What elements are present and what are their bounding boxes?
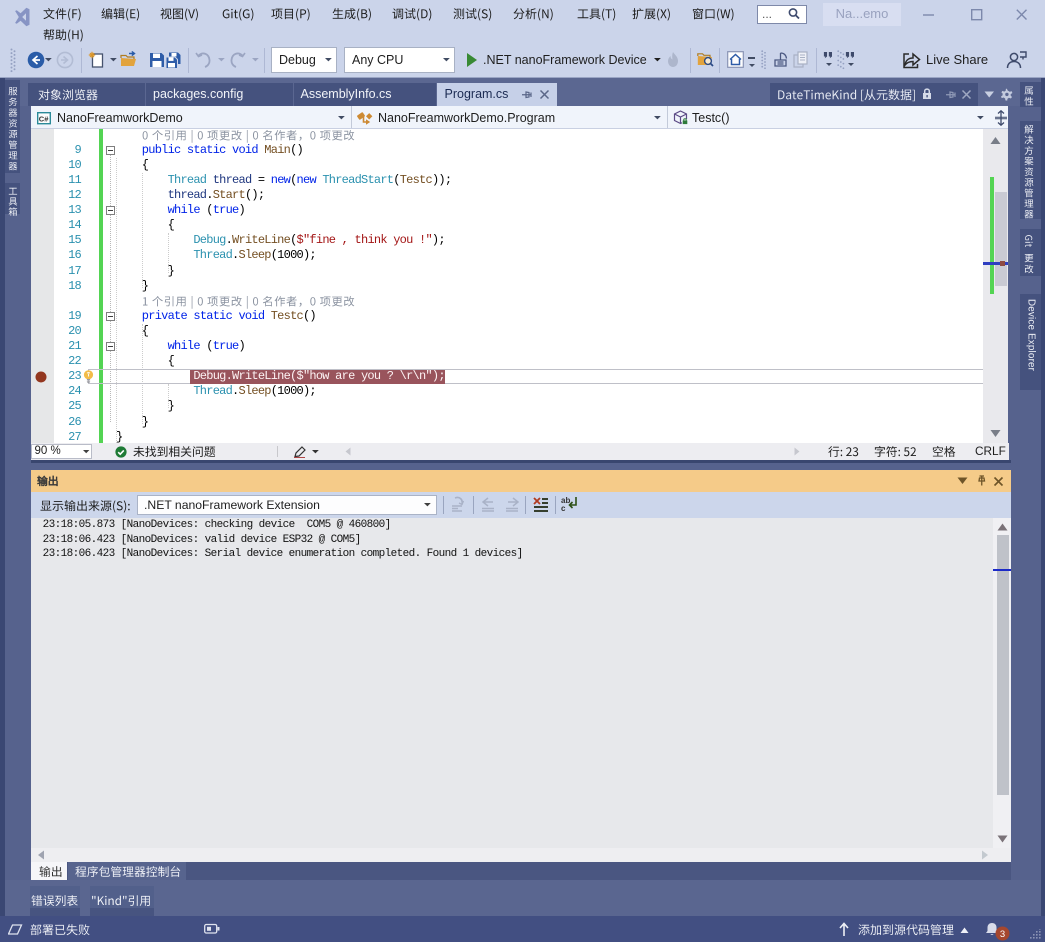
svg-text:c: c bbox=[561, 504, 566, 513]
svg-text:3: 3 bbox=[1000, 929, 1005, 940]
svg-text:C#: C# bbox=[39, 114, 49, 123]
